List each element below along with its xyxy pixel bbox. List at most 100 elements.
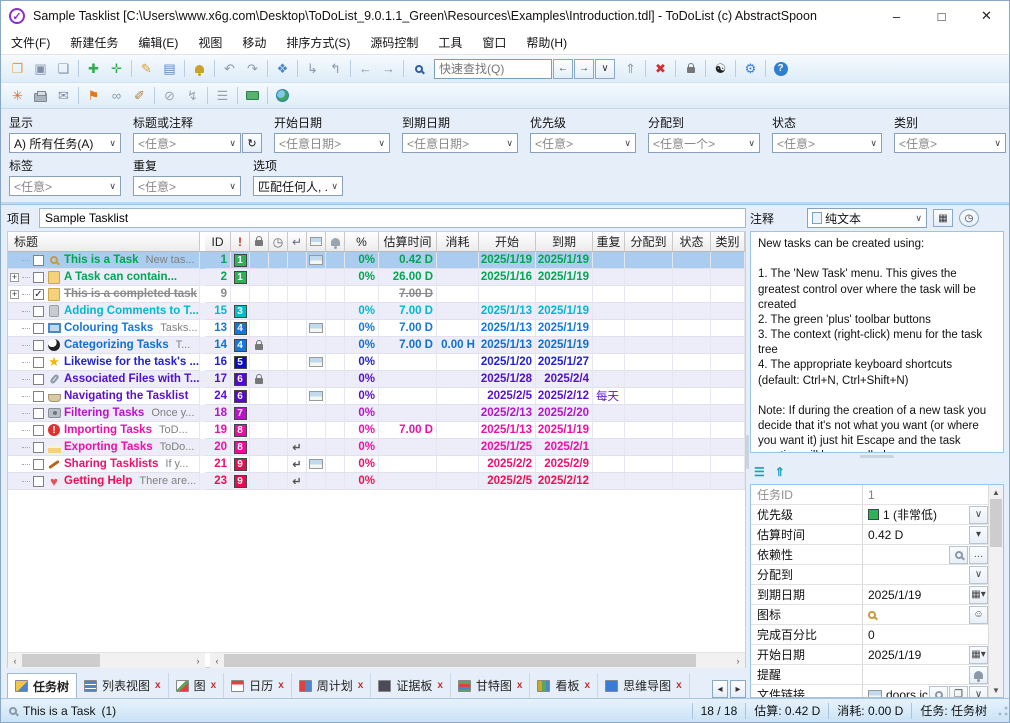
tab-close-icon[interactable]: x [517, 680, 523, 691]
filter-combo-标签[interactable]: <任意>∨ [9, 176, 121, 196]
column-header-reminder[interactable] [326, 232, 345, 252]
task-title-cell[interactable]: This is a TaskNew tas... [8, 252, 200, 269]
delete-task-icon[interactable]: ✖ [649, 58, 672, 79]
attribute-row[interactable]: 优先级1 (非常低)∨ [751, 505, 988, 525]
column-header-lock[interactable] [250, 232, 269, 252]
comments-text[interactable]: New tasks can be created using: 1. The '… [750, 231, 1004, 453]
calendar-button[interactable]: ▦▾ [969, 646, 988, 664]
attribute-value[interactable]: 1 [863, 485, 988, 504]
menu-item-1[interactable]: 新建任务 [60, 31, 128, 55]
task-title-cell[interactable]: +✓This is a completed task [8, 286, 200, 303]
cleanup-icon[interactable]: ✐ [128, 85, 151, 106]
filter-combo-开始日期[interactable]: <任意日期>∨ [274, 133, 390, 153]
find-tasks-icon[interactable] [407, 58, 430, 79]
task-checkbox[interactable] [33, 272, 44, 283]
comments-toolbar-button[interactable]: ▦ [933, 209, 953, 227]
task-title-cell[interactable]: Sharing TasklistsIf y... [8, 456, 200, 473]
preferences-icon[interactable]: ⚙ [739, 58, 762, 79]
task-row[interactable]: Filtering TasksOnce y...1870%2025/2/1320… [8, 405, 745, 422]
tab-close-icon[interactable]: x [155, 680, 161, 691]
column-header-priority[interactable]: ! [231, 232, 250, 252]
column-header-status[interactable]: 状态 [673, 232, 711, 252]
tab-scroll-right-button[interactable]: ▸ [730, 680, 746, 698]
comments-format-combo[interactable]: 纯文本 ∨ [807, 208, 927, 228]
column-header-recur[interactable]: 重复 [593, 232, 625, 252]
minimize-button[interactable]: – [874, 1, 919, 31]
menu-item-4[interactable]: 移动 [232, 31, 276, 55]
task-title-cell[interactable]: Associated Files with T... [8, 371, 200, 388]
task-checkbox[interactable] [33, 391, 44, 402]
more-button[interactable]: … [969, 546, 988, 564]
quick-find-dropdown-button[interactable]: ∨ [595, 59, 615, 79]
column-header-start[interactable]: 开始 [479, 232, 536, 252]
task-row[interactable]: Exporting TasksToDo...208↵0%2025/1/25202… [8, 439, 745, 456]
undo-icon[interactable]: ↶ [218, 58, 241, 79]
dropdown-button[interactable]: ∨ [969, 566, 988, 584]
outdent-task-icon[interactable]: ↰ [324, 58, 347, 79]
icon-picker-button[interactable]: ☺ [969, 606, 988, 624]
filter-combo-状态[interactable]: <任意>∨ [772, 133, 882, 153]
task-log-icon[interactable]: ☰ [211, 85, 234, 106]
task-checkbox[interactable] [33, 459, 44, 470]
task-row[interactable]: ★Likewise for the task's ...1650%2025/1/… [8, 354, 745, 371]
view-tab-周计划[interactable]: 周计划x [292, 673, 372, 698]
menu-item-7[interactable]: 工具 [428, 31, 472, 55]
close-button[interactable]: ✕ [964, 1, 1009, 31]
tab-close-icon[interactable]: x [211, 680, 217, 691]
filter-combo-到期日期[interactable]: <任意日期>∨ [402, 133, 518, 153]
attribute-value[interactable] [863, 605, 968, 624]
filter-combo-分配到[interactable]: <任意一个>∨ [648, 133, 760, 153]
title-pane-hscrollbar[interactable]: ‹› [8, 653, 205, 668]
menu-item-2[interactable]: 编辑(E) [128, 31, 188, 55]
attribute-value[interactable]: 1 (非常低) [863, 505, 968, 524]
filter-combo-标题或注释[interactable]: <任意>∨ [133, 133, 241, 153]
save-tasklist-icon[interactable]: ▣ [29, 58, 52, 79]
tab-close-icon[interactable]: x [676, 680, 682, 691]
attribute-value[interactable]: 2025/1/19 [863, 645, 968, 664]
project-title-input[interactable] [39, 208, 746, 228]
spin-button[interactable]: ▾ [969, 526, 988, 544]
task-attributes-icon[interactable]: ▤ [158, 58, 181, 79]
menu-item-6[interactable]: 源码控制 [360, 31, 428, 55]
indent-task-icon[interactable]: ↳ [301, 58, 324, 79]
filter-combo-优先级[interactable]: <任意>∨ [530, 133, 636, 153]
view-tab-图[interactable]: 图x [169, 673, 225, 698]
attribute-row[interactable]: 到期日期2025/1/19▦▾ [751, 585, 988, 605]
lightning-icon[interactable]: ↯ [181, 85, 204, 106]
task-title-cell[interactable]: +A Task can contain... [8, 269, 200, 286]
search-button[interactable] [949, 546, 968, 564]
tab-close-icon[interactable]: x [437, 680, 443, 691]
attribute-row[interactable]: 任务ID1 [751, 485, 988, 505]
attribute-row[interactable]: 完成百分比0 [751, 625, 988, 645]
task-title-cell[interactable]: Categorizing TasksT... [8, 337, 200, 354]
attribute-row[interactable]: 文件链接doors.ic❐∨ [751, 685, 988, 698]
task-row[interactable]: +A Task can contain...210%26.00 D2025/1/… [8, 269, 745, 286]
tab-scroll-left-button[interactable]: ◂ [712, 680, 728, 698]
spellcheck-icon[interactable]: ✳ [6, 85, 29, 106]
attribute-row[interactable]: 开始日期2025/1/19▦▾ [751, 645, 988, 665]
column-header-pct[interactable]: % [345, 232, 379, 252]
task-row[interactable]: Adding Comments to T...1530%7.00 D2025/1… [8, 303, 745, 320]
flag-icon[interactable]: ⚑ [82, 85, 105, 106]
menu-item-9[interactable]: 帮助(H) [516, 31, 577, 55]
task-row[interactable]: This is a TaskNew tas...110%0.42 D2025/1… [8, 252, 745, 269]
task-checkbox[interactable] [33, 442, 44, 453]
menu-item-8[interactable]: 窗口 [472, 31, 516, 55]
task-title-cell[interactable]: Navigating the Tasklist [8, 388, 200, 405]
attribute-value[interactable]: doors.ic [863, 685, 928, 698]
link-icon[interactable]: ∞ [105, 85, 128, 106]
attribute-list-icon[interactable]: ☰ [754, 465, 765, 479]
reminder-icon[interactable] [188, 58, 211, 79]
dropdown-button[interactable]: ∨ [969, 686, 988, 699]
task-checkbox[interactable] [33, 340, 44, 351]
task-title-cell[interactable]: ♥Getting HelpThere are... [8, 473, 200, 490]
attribute-row[interactable]: 依赖性… [751, 545, 988, 565]
column-header-cat[interactable]: 类别 [711, 232, 745, 252]
attribute-value[interactable] [863, 565, 968, 584]
attribute-value[interactable] [863, 665, 968, 684]
column-header-id[interactable]: ID [205, 232, 231, 252]
dropdown-button[interactable]: ∨ [969, 506, 988, 524]
filter-combo-重复[interactable]: <任意>∨ [133, 176, 241, 196]
column-header-spent[interactable]: 消耗 [437, 232, 479, 252]
task-title-cell[interactable]: ★Likewise for the task's ... [8, 354, 200, 371]
